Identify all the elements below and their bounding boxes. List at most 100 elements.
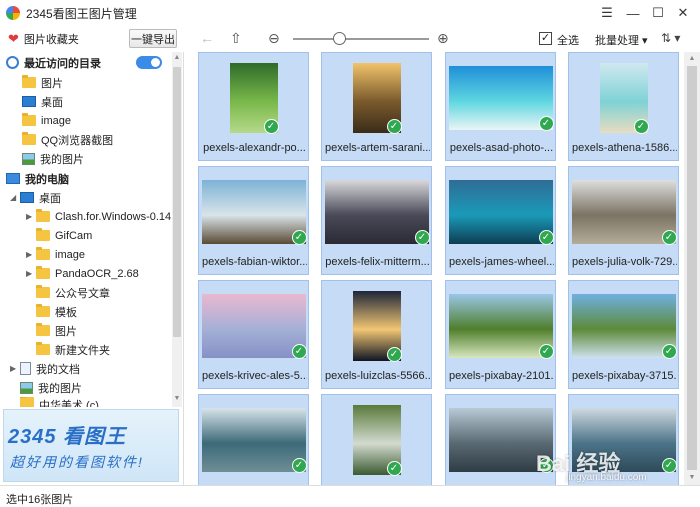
selected-check-icon[interactable]: ✓: [386, 119, 402, 134]
select-all-label[interactable]: 全选: [557, 32, 579, 48]
image-card[interactable]: ✓ pexels-krivec-ales-5...: [198, 280, 309, 389]
recent-item[interactable]: 图片: [22, 73, 63, 92]
image-card[interactable]: ✓ pexels-alexandr-po...: [198, 52, 309, 161]
collapsed-arrow-icon[interactable]: ▶: [26, 212, 36, 221]
app-logo-icon: [6, 6, 20, 20]
image-thumbnail[interactable]: [448, 66, 553, 130]
image-card[interactable]: ✓ pexels-fabian-wiktor...: [198, 166, 309, 275]
favorites-bar: ❤ 图片收藏夹 一键导出: [0, 26, 184, 52]
sidebar-scroll-thumb[interactable]: [173, 67, 181, 337]
image-card[interactable]: ✓ pexels-pixabay-2101...: [445, 280, 556, 389]
folder-node[interactable]: 新建文件夹: [36, 340, 110, 359]
selected-check-icon[interactable]: ✓: [538, 116, 554, 131]
collapsed-arrow-icon[interactable]: ▶: [26, 250, 36, 259]
batch-process-dropdown[interactable]: 批量处理 ▾: [595, 32, 648, 48]
heart-icon[interactable]: ❤: [8, 31, 19, 47]
selected-check-icon[interactable]: ✓: [291, 458, 307, 473]
favorites-label[interactable]: 图片收藏夹: [24, 31, 79, 47]
sidebar-scrollbar[interactable]: ▲ ▼: [172, 52, 182, 407]
image-thumbnail[interactable]: [571, 180, 676, 244]
folder-node[interactable]: 公众号文章: [36, 283, 110, 302]
selected-check-icon[interactable]: ✓: [538, 344, 554, 359]
back-arrow-icon[interactable]: ←: [200, 30, 214, 46]
folder-node[interactable]: ▶ PandaOCR_2.68: [26, 264, 139, 283]
expanded-arrow-icon[interactable]: ◢: [10, 193, 20, 202]
folder-node[interactable]: 模板: [36, 302, 77, 321]
selected-check-icon[interactable]: ✓: [414, 230, 430, 245]
watermark-url: jingyan.baidu.com: [566, 472, 647, 483]
menu-icon[interactable]: ☰: [598, 4, 616, 22]
folder-icon: [22, 132, 36, 145]
my-computer-node[interactable]: 我的电脑: [6, 169, 69, 188]
scroll-down-icon[interactable]: ▼: [684, 474, 700, 481]
computer-icon: [6, 173, 20, 184]
scroll-down-icon[interactable]: ▼: [172, 395, 182, 402]
image-thumbnail[interactable]: [201, 294, 306, 358]
grid-scroll-thumb[interactable]: [687, 66, 697, 470]
selected-check-icon[interactable]: ✓: [291, 344, 307, 359]
my-pictures-node[interactable]: 我的图片: [20, 378, 82, 397]
image-filename: pexels-james-wheel...: [449, 256, 554, 268]
collapsed-arrow-icon[interactable]: ▶: [26, 269, 36, 278]
selected-check-icon[interactable]: ✓: [661, 344, 677, 359]
window-title: 2345看图王图片管理: [26, 6, 137, 21]
collapsed-arrow-icon[interactable]: ▶: [10, 364, 20, 373]
selected-check-icon[interactable]: ✓: [633, 119, 649, 134]
image-thumbnail[interactable]: [448, 294, 553, 358]
one-click-export-button[interactable]: 一键导出: [129, 29, 177, 48]
image-filename: pexels-felix-mitterm...: [325, 256, 430, 268]
selected-check-icon[interactable]: ✓: [386, 347, 402, 362]
zoom-slider-track[interactable]: [293, 38, 429, 40]
recent-dirs-header[interactable]: 最近访问的目录: [6, 53, 172, 72]
partial-tree-node[interactable]: 中华美术 (c): [10, 397, 99, 407]
image-thumbnail[interactable]: [324, 180, 429, 244]
folder-node[interactable]: 图片: [36, 321, 77, 340]
image-card[interactable]: ✓ pexels-artem-sarani...: [321, 52, 432, 161]
image-card[interactable]: ✓: [321, 394, 432, 485]
selected-check-icon[interactable]: ✓: [386, 461, 402, 476]
image-card[interactable]: ✓ pexels-pixabay-3715...: [568, 280, 679, 389]
folder-node[interactable]: ▶ image: [26, 245, 85, 264]
scroll-up-icon[interactable]: ▲: [172, 54, 182, 61]
grid-scrollbar[interactable]: ▲ ▼: [684, 52, 700, 485]
image-card[interactable]: ✓ pexels-julia-volk-729...: [568, 166, 679, 275]
image-card[interactable]: ✓ pexels-felix-mitterm...: [321, 166, 432, 275]
image-thumbnail[interactable]: [571, 294, 676, 358]
image-card[interactable]: ✓ pexels-james-wheel...: [445, 166, 556, 275]
selected-check-icon[interactable]: ✓: [661, 458, 677, 473]
image-card[interactable]: ✓ pexels-asad-photo-...: [445, 52, 556, 161]
desktop-node[interactable]: ◢ 桌面: [10, 188, 61, 207]
documents-node[interactable]: ▶ 我的文档: [10, 359, 80, 378]
folder-node[interactable]: ▶ Clash.for.Windows-0.14.8: [26, 207, 180, 226]
recent-item[interactable]: 桌面: [22, 92, 63, 111]
selected-check-icon[interactable]: ✓: [538, 230, 554, 245]
recent-item[interactable]: 我的图片: [22, 149, 84, 168]
selected-check-icon[interactable]: ✓: [661, 230, 677, 245]
recent-dirs-toggle[interactable]: [136, 56, 162, 69]
maximize-icon[interactable]: ☐: [649, 4, 667, 22]
recent-item[interactable]: image: [22, 111, 71, 130]
select-all-checkbox[interactable]: ✓: [539, 32, 552, 45]
scroll-up-icon[interactable]: ▲: [684, 55, 700, 62]
zoom-slider-thumb[interactable]: [333, 32, 346, 45]
sort-dropdown[interactable]: ⇅ ▾: [661, 31, 680, 45]
image-card[interactable]: ✓ pexels-athena-1586...: [568, 52, 679, 161]
folder-node[interactable]: GifCam: [36, 226, 92, 245]
folder-icon: [36, 228, 50, 241]
image-card[interactable]: ✓: [198, 394, 309, 485]
recent-item[interactable]: QQ浏览器截图: [22, 130, 113, 149]
image-card[interactable]: ✓ pexels-luizclas-5566...: [321, 280, 432, 389]
ad-banner[interactable]: 2345 看图王 超好用的看图软件!: [3, 409, 179, 482]
selected-check-icon[interactable]: ✓: [291, 230, 307, 245]
up-folder-icon[interactable]: ⇧: [230, 30, 242, 47]
folder-icon: [36, 323, 50, 336]
status-bar: 选中16张图片: [0, 485, 700, 507]
image-thumbnail[interactable]: [201, 180, 306, 244]
selected-check-icon[interactable]: ✓: [263, 119, 279, 134]
image-thumbnail[interactable]: [448, 180, 553, 244]
zoom-in-icon[interactable]: ⊕: [437, 30, 449, 47]
zoom-out-icon[interactable]: ⊖: [268, 30, 280, 47]
image-thumbnail[interactable]: [201, 408, 306, 472]
minimize-icon[interactable]: —: [624, 4, 642, 22]
close-icon[interactable]: ✕: [674, 4, 692, 22]
